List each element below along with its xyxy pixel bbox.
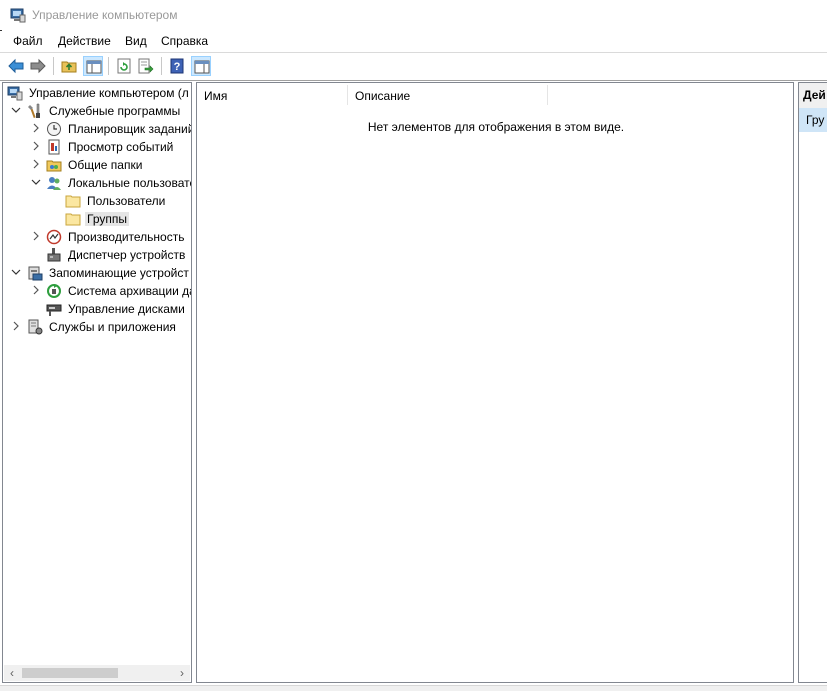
window-title: Управление компьютером: [32, 8, 178, 22]
show-hide-action-pane-icon: [194, 60, 210, 74]
menu-view[interactable]: Вид: [124, 34, 148, 48]
export-list-button[interactable]: [136, 56, 156, 76]
chevron-down-icon[interactable]: [31, 177, 41, 187]
backup-icon: [47, 284, 61, 298]
actions-item-groups[interactable]: Гру: [799, 108, 827, 132]
show-hide-tree-icon: [86, 60, 102, 74]
forward-icon: [30, 58, 46, 74]
console-tree[interactable]: Управление компьютером (л Служебные прог…: [2, 82, 192, 683]
tree-label: Управление компьютером (л: [29, 86, 189, 100]
toolbar-separator: [108, 57, 109, 75]
event-log-icon: [48, 139, 60, 155]
storage-icon: [28, 266, 43, 281]
back-icon: [8, 58, 24, 74]
show-hide-tree-button[interactable]: [83, 56, 103, 76]
tree-label: Система архивации да: [68, 284, 192, 298]
tree-label: Общие папки: [68, 158, 143, 172]
services-icon: [28, 319, 43, 335]
tree-label: Службы и приложения: [49, 320, 176, 334]
users-icon: [47, 177, 61, 190]
computer-management-icon: [10, 8, 26, 23]
actions-header-label: Дей: [803, 88, 826, 102]
help-icon: ?: [170, 58, 184, 74]
menu-help[interactable]: Справка: [160, 34, 209, 48]
tree-label: Управление дисками: [68, 302, 185, 316]
export-list-icon: [138, 58, 154, 74]
chevron-down-icon[interactable]: [11, 105, 21, 115]
folder-icon: [65, 213, 81, 226]
clock-icon: [47, 122, 61, 136]
chevron-down-icon[interactable]: [11, 267, 21, 277]
toolbar-border: [0, 80, 827, 81]
folder-icon: [65, 195, 81, 208]
help-button[interactable]: ?: [167, 56, 187, 76]
tree-label: Запоминающие устройст: [49, 266, 189, 280]
column-header-name[interactable]: Имя: [197, 83, 348, 107]
tree-label: Служебные программы: [49, 104, 181, 118]
back-button[interactable]: [6, 56, 26, 76]
tools-icon: [28, 103, 40, 119]
forward-button[interactable]: [28, 56, 48, 76]
shared-folder-icon: [46, 160, 62, 172]
refresh-button[interactable]: [114, 56, 134, 76]
chevron-right-icon[interactable]: [11, 321, 21, 331]
tree-label: Производительность: [68, 230, 185, 244]
results-pane[interactable]: Имя Описание Нет элементов для отображен…: [196, 82, 794, 683]
scroll-right-icon[interactable]: ›: [174, 665, 190, 681]
tree-label: Планировщик заданий: [68, 122, 192, 136]
tree-horizontal-scrollbar[interactable]: ‹ ›: [4, 665, 190, 681]
chevron-right-icon[interactable]: [31, 159, 41, 169]
tree-label: Диспетчер устройств: [68, 248, 186, 262]
scroll-left-icon[interactable]: ‹: [4, 665, 20, 681]
chevron-right-icon[interactable]: [31, 285, 41, 295]
tree-label: Просмотр событий: [68, 140, 174, 154]
device-manager-icon: [47, 248, 61, 262]
performance-icon: [46, 229, 62, 245]
actions-pane: Дей Гру: [798, 82, 827, 683]
chevron-right-icon[interactable]: [31, 141, 41, 151]
toolbar-separator: [161, 57, 162, 75]
scrollbar-thumb[interactable]: [22, 668, 118, 678]
menu-bar: Файл Действие Вид Справка: [0, 31, 827, 51]
up-folder-icon: [61, 61, 77, 73]
disk-management-icon: [46, 304, 62, 316]
column-header-description[interactable]: Описание: [348, 83, 548, 107]
title-bar: Управление компьютером: [0, 0, 827, 30]
empty-message: Нет элементов для отображения в этом вид…: [367, 120, 625, 134]
status-bar: [0, 685, 827, 691]
toolbar: ?: [0, 53, 827, 79]
chevron-right-icon[interactable]: [31, 123, 41, 133]
menu-action[interactable]: Действие: [57, 34, 112, 48]
column-label: Описание: [355, 89, 411, 103]
toolbar-separator: [53, 57, 54, 75]
tree-label: Группы: [85, 212, 129, 226]
actions-item-label: Гру: [806, 113, 825, 127]
svg-text:?: ?: [174, 61, 181, 73]
column-divider[interactable]: [547, 85, 548, 105]
chevron-right-icon[interactable]: [31, 231, 41, 241]
computer-management-icon: [7, 86, 23, 101]
up-level-button[interactable]: [59, 56, 79, 76]
refresh-icon: [117, 58, 131, 74]
menu-file[interactable]: Файл: [12, 34, 44, 48]
tree-label: Локальные пользовате: [68, 176, 192, 190]
actions-header: Дей: [799, 83, 827, 109]
tree-label: Пользователи: [87, 194, 166, 208]
show-hide-action-pane-button[interactable]: [191, 56, 211, 76]
column-label: Имя: [204, 89, 228, 103]
